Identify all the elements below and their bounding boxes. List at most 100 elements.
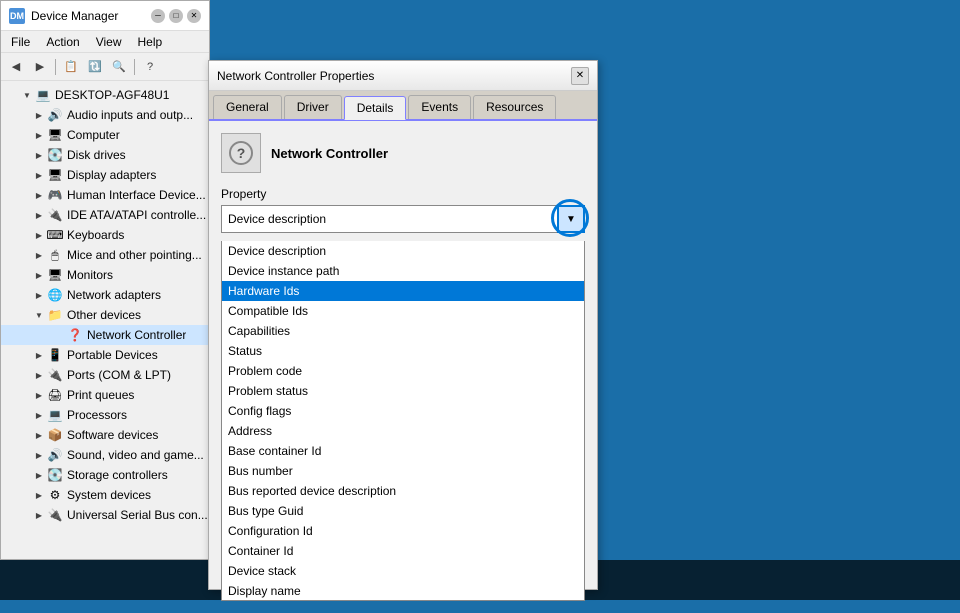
tree-item-disk[interactable]: ▶ 💽 Disk drives xyxy=(1,145,209,165)
close-button[interactable]: ✕ xyxy=(187,9,201,23)
property-label: Property xyxy=(221,187,585,201)
tree-item-portable[interactable]: ▶ 📱 Portable Devices xyxy=(1,345,209,365)
option-device-description[interactable]: Device description xyxy=(222,241,584,261)
tree-item-network-adapters[interactable]: ▶ 🌐 Network adapters xyxy=(1,285,209,305)
option-bus-number[interactable]: Bus number xyxy=(222,461,584,481)
property-dropdown-list[interactable]: Device description Device instance path … xyxy=(221,241,585,601)
tree-item-usb[interactable]: ▶ 🔌 Universal Serial Bus con... xyxy=(1,505,209,525)
tree-item-mice[interactable]: ▶ 🖱 Mice and other pointing... xyxy=(1,245,209,265)
expand-computer: ▶ xyxy=(33,129,45,141)
option-bus-reported[interactable]: Bus reported device description xyxy=(222,481,584,501)
dialog-title: Network Controller Properties xyxy=(217,69,571,83)
option-address[interactable]: Address xyxy=(222,421,584,441)
option-base-container-id[interactable]: Base container Id xyxy=(222,441,584,461)
menu-bar: File Action View Help xyxy=(1,31,209,53)
option-device-instance-path[interactable]: Device instance path xyxy=(222,261,584,281)
audio-icon: 🔊 xyxy=(47,107,63,123)
storage-label: Storage controllers xyxy=(67,468,168,482)
option-config-flags[interactable]: Config flags xyxy=(222,401,584,421)
sound-icon: 🔊 xyxy=(47,447,63,463)
tree-item-hid[interactable]: ▶ 🎮 Human Interface Device... xyxy=(1,185,209,205)
network-controller-label: Network Controller xyxy=(87,328,186,342)
processors-label: Processors xyxy=(67,408,127,422)
tab-general[interactable]: General xyxy=(213,95,282,119)
option-problem-code[interactable]: Problem code xyxy=(222,361,584,381)
tree-item-audio[interactable]: ▶ 🔊 Audio inputs and outp... xyxy=(1,105,209,125)
tree-item-ports[interactable]: ▶ 🔌 Ports (COM & LPT) xyxy=(1,365,209,385)
maximize-button[interactable]: □ xyxy=(169,9,183,23)
tree-item-ide[interactable]: ▶ 🔌 IDE ATA/ATAPI controlle... xyxy=(1,205,209,225)
option-status[interactable]: Status xyxy=(222,341,584,361)
tree-item-computer[interactable]: ▶ 🖥 Computer xyxy=(1,125,209,145)
expand-hid: ▶ xyxy=(33,189,45,201)
expand-root: ▼ xyxy=(21,89,33,101)
forward-button[interactable]: ▶ xyxy=(29,56,51,78)
tree-item-other-devices[interactable]: ▼ 📁 Other devices xyxy=(1,305,209,325)
monitors-label: Monitors xyxy=(67,268,113,282)
option-problem-status[interactable]: Problem status xyxy=(222,381,584,401)
mice-label: Mice and other pointing... xyxy=(67,248,202,262)
ports-icon: 🔌 xyxy=(47,367,63,383)
expand-keyboards: ▶ xyxy=(33,229,45,241)
expand-display: ▶ xyxy=(33,169,45,181)
expand-system: ▶ xyxy=(33,489,45,501)
tree-item-system[interactable]: ▶ ⚙ System devices xyxy=(1,485,209,505)
tree-item-monitors[interactable]: ▶ 🖥 Monitors xyxy=(1,265,209,285)
audio-label: Audio inputs and outp... xyxy=(67,108,193,122)
tab-driver[interactable]: Driver xyxy=(284,95,342,119)
properties-button[interactable]: 📋 xyxy=(60,56,82,78)
window-controls: ─ □ ✕ xyxy=(151,9,201,23)
expand-portable: ▶ xyxy=(33,349,45,361)
dropdown-arrow-button[interactable]: ▼ xyxy=(557,205,585,233)
tree-item-network-controller[interactable]: ❓ Network Controller xyxy=(1,325,209,345)
tree-item-root[interactable]: ▼ 💻 DESKTOP-AGF48U1 xyxy=(1,85,209,105)
tree-item-processors[interactable]: ▶ 💻 Processors xyxy=(1,405,209,425)
tree-item-keyboards[interactable]: ▶ ⌨ Keyboards xyxy=(1,225,209,245)
option-device-stack[interactable]: Device stack xyxy=(222,561,584,581)
menu-view[interactable]: View xyxy=(90,33,128,51)
option-container-id[interactable]: Container Id xyxy=(222,541,584,561)
app-icon: DM xyxy=(9,8,25,24)
system-label: System devices xyxy=(67,488,151,502)
help-button[interactable]: ? xyxy=(139,56,161,78)
toolbar: ◀ ▶ 📋 🔃 🔍 ? xyxy=(1,53,209,81)
tab-resources[interactable]: Resources xyxy=(473,95,556,119)
print-label: Print queues xyxy=(67,388,134,402)
expand-network-adapters: ▶ xyxy=(33,289,45,301)
network-adapters-icon: 🌐 xyxy=(47,287,63,303)
expand-sound: ▶ xyxy=(33,449,45,461)
tab-details[interactable]: Details xyxy=(344,96,407,120)
disk-icon: 💽 xyxy=(47,147,63,163)
tree-item-storage[interactable]: ▶ 💽 Storage controllers xyxy=(1,465,209,485)
option-bus-type-guid[interactable]: Bus type Guid xyxy=(222,501,584,521)
update-driver-button[interactable]: 🔃 xyxy=(84,56,106,78)
menu-file[interactable]: File xyxy=(5,33,36,51)
tree-item-print[interactable]: ▶ 🖨 Print queues xyxy=(1,385,209,405)
tree-item-display[interactable]: ▶ 🖥 Display adapters xyxy=(1,165,209,185)
app-title: Device Manager xyxy=(31,9,145,23)
hid-label: Human Interface Device... xyxy=(67,188,206,202)
expand-monitors: ▶ xyxy=(33,269,45,281)
option-configuration-id[interactable]: Configuration Id xyxy=(222,521,584,541)
mice-icon: 🖱 xyxy=(47,247,63,263)
option-display-name[interactable]: Display name xyxy=(222,581,584,601)
dialog-close-button[interactable]: ✕ xyxy=(571,67,589,85)
tree-item-sound[interactable]: ▶ 🔊 Sound, video and game... xyxy=(1,445,209,465)
dropdown-display[interactable]: Device description xyxy=(221,205,585,233)
option-compatible-ids[interactable]: Compatible Ids xyxy=(222,301,584,321)
dialog-tabs: General Driver Details Events Resources xyxy=(209,91,597,121)
option-hardware-ids[interactable]: Hardware Ids xyxy=(222,281,584,301)
computer-node-label: Computer xyxy=(67,128,120,142)
option-capabilities[interactable]: Capabilities xyxy=(222,321,584,341)
back-button[interactable]: ◀ xyxy=(5,56,27,78)
tab-events[interactable]: Events xyxy=(408,95,471,119)
sound-label: Sound, video and game... xyxy=(67,448,204,462)
device-name: Network Controller xyxy=(271,146,388,161)
minimize-button[interactable]: ─ xyxy=(151,9,165,23)
hid-icon: 🎮 xyxy=(47,187,63,203)
menu-action[interactable]: Action xyxy=(40,33,85,51)
device-icon: ? xyxy=(221,133,261,173)
tree-item-software[interactable]: ▶ 📦 Software devices xyxy=(1,425,209,445)
scan-button[interactable]: 🔍 xyxy=(108,56,130,78)
menu-help[interactable]: Help xyxy=(132,33,169,51)
